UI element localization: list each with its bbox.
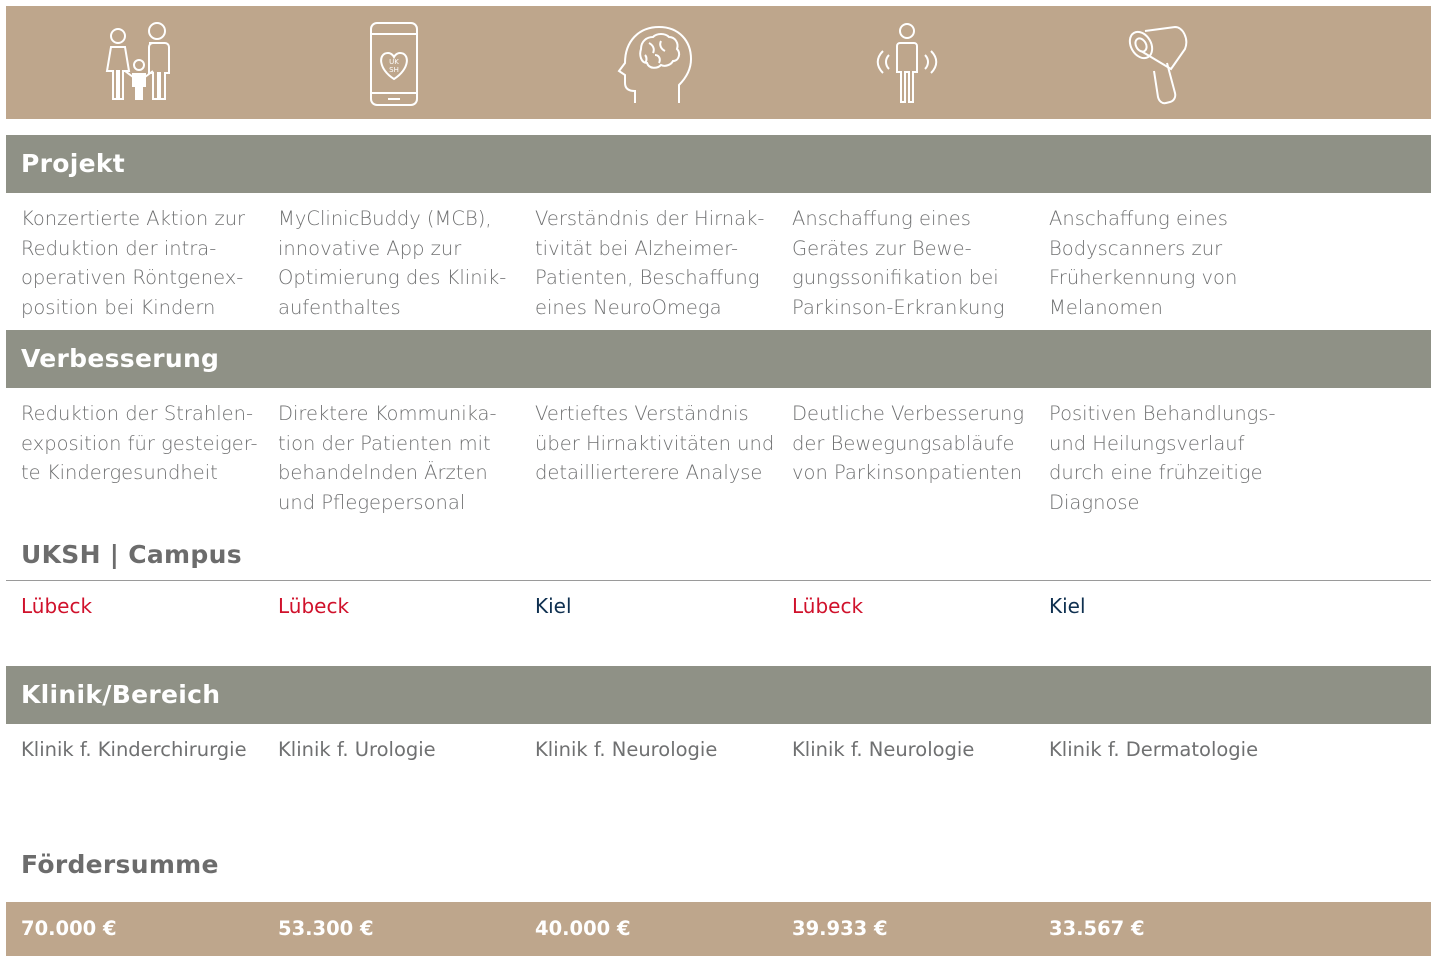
klinik-text-5: Klinik f. Dermatologie [1049, 738, 1259, 761]
verbesserung-text-1: Reduktion der Strahlen- exposition für g… [21, 402, 258, 484]
klinik-text-4: Klinik f. Neurologie [792, 738, 975, 761]
klinik-text-1: Klinik f. Kinderchirurgie [21, 738, 247, 761]
campus-1: Lübeck [21, 594, 93, 618]
campus-divider [6, 580, 1431, 581]
verbesserung-heading: Verbesserung [21, 344, 220, 373]
projekt-text-4: Anschaffung eines Gerätes zur Bewe- gung… [792, 207, 1005, 319]
verbesserung-text-2: Direktere Kommunika- tion der Patienten … [278, 402, 497, 514]
projekt-header: Projekt [6, 135, 1431, 193]
verbesserung-text-5: Positiven Behandlungs- und Heilungsverla… [1049, 402, 1276, 514]
amount-5: 33.567 € [1049, 917, 1145, 940]
campus-2: Lübeck [278, 594, 350, 618]
klinik-header: Klinik/Bereich [6, 666, 1431, 724]
amount-1: 70.000 € [21, 917, 117, 940]
amount-2: 53.300 € [278, 917, 374, 940]
amount-3: 40.000 € [535, 917, 631, 940]
projekt-text-3: Verständnis der Hirnak- tivität bei Alzh… [535, 207, 765, 319]
klinik-text-2: Klinik f. Urologie [278, 738, 436, 761]
verbesserung-header: Verbesserung [6, 330, 1431, 388]
campus-4: Lübeck [792, 594, 864, 618]
phone-text-sh: SH [389, 66, 399, 74]
icon-band: UK SH [6, 6, 1431, 119]
klinik-text-3: Klinik f. Neurologie [535, 738, 718, 761]
campus-5: Kiel [1049, 594, 1086, 618]
campus-3: Kiel [535, 594, 572, 618]
campus-heading: UKSH | Campus [21, 540, 242, 569]
smartphone-heart-icon: UK SH [343, 16, 443, 111]
projekt-heading: Projekt [21, 149, 126, 178]
projekt-text-5: Anschaffung eines Bodyscanners zur Frühe… [1049, 207, 1238, 319]
foerdersumme-heading: Fördersumme [21, 850, 219, 879]
bodyscanner-icon [1110, 16, 1210, 111]
klinik-heading: Klinik/Bereich [21, 680, 221, 709]
projekt-text-1: Konzertierte Aktion zur Reduktion der in… [21, 207, 246, 319]
verbesserung-text-4: Deutliche Verbesserung der Bewegungsablä… [792, 402, 1025, 484]
foerdersumme-band: 70.000 € 53.300 € 40.000 € 39.933 € 33.5… [6, 902, 1431, 956]
person-motion-icon [857, 16, 957, 111]
verbesserung-text-3: Vertieftes Verständnis über Hirnaktivitä… [535, 402, 775, 484]
family-icon [90, 16, 190, 111]
projekt-text-2: MyClinicBuddy (MCB), innovative App zur … [278, 207, 507, 319]
brain-head-icon [600, 16, 700, 111]
amount-4: 39.933 € [792, 917, 888, 940]
phone-text-uk: UK [389, 58, 399, 66]
